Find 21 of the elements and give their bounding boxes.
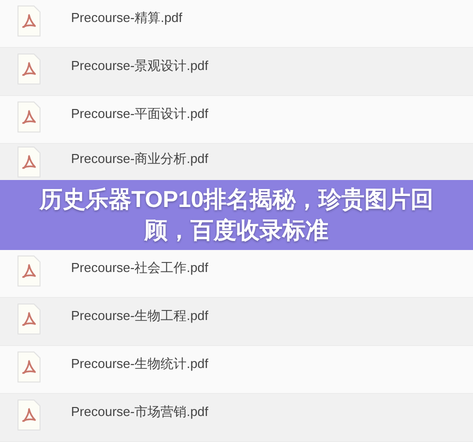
pdf-file-icon xyxy=(17,146,41,178)
file-name: Precourse-社会工作.pdf xyxy=(71,259,208,277)
pdf-file-icon xyxy=(17,255,41,287)
pdf-file-icon xyxy=(17,53,41,85)
file-name: Precourse-市场营销.pdf xyxy=(71,403,208,421)
file-name: Precourse-生物工程.pdf xyxy=(71,307,208,325)
pdf-file-icon xyxy=(17,101,41,133)
file-row[interactable]: Precourse-商业分析.pdf xyxy=(0,144,473,180)
pdf-file-icon xyxy=(17,303,41,335)
file-name: Precourse-景观设计.pdf xyxy=(71,57,208,75)
file-name: Precourse-生物统计.pdf xyxy=(71,355,208,373)
file-name: Precourse-平面设计.pdf xyxy=(71,105,208,123)
file-name: Precourse-商业分析.pdf xyxy=(71,150,208,168)
pdf-file-icon xyxy=(17,351,41,383)
banner-title: 历史乐器TOP10排名揭秘，珍贵图片回顾，百度收录标准 xyxy=(38,185,435,245)
file-name: Precourse-精算.pdf xyxy=(71,9,182,27)
file-row[interactable]: Precourse-市场营销.pdf xyxy=(0,394,473,442)
pdf-file-icon xyxy=(17,399,41,431)
file-row[interactable]: Precourse-景观设计.pdf xyxy=(0,48,473,96)
pdf-file-icon xyxy=(17,5,41,37)
file-row[interactable]: Precourse-生物工程.pdf xyxy=(0,298,473,346)
